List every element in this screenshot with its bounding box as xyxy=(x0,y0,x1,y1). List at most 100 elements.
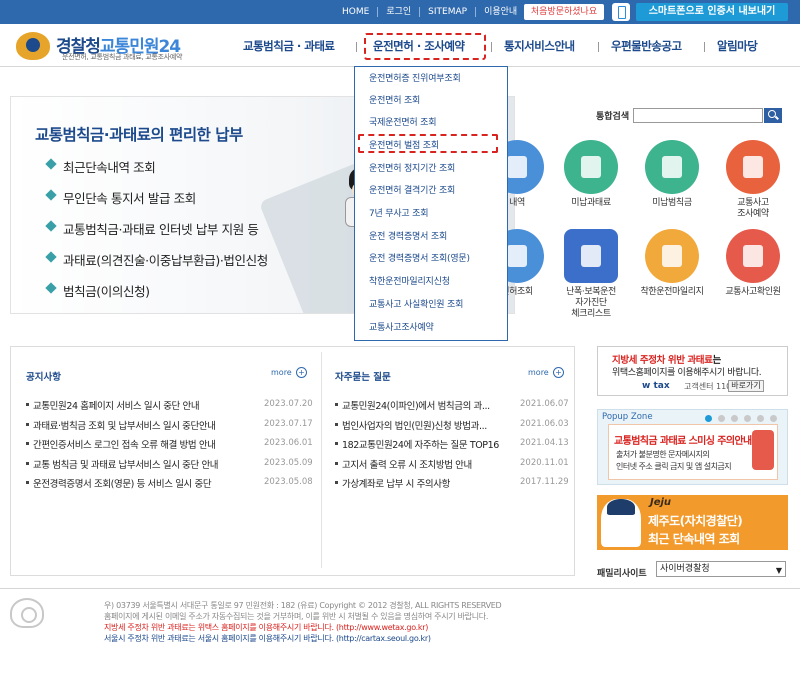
notice-row[interactable]: 운전경력증명서 조회(영문) 등 서비스 일시 중단 xyxy=(25,476,212,490)
dropdown-item-good-driving-mileage[interactable]: 착한운전마일리지신청 xyxy=(369,274,450,287)
family-site-label: 패밀리사이트 xyxy=(597,569,647,579)
reservation-icon xyxy=(726,140,780,194)
checklist-icon xyxy=(564,229,618,283)
wetax-logo: w tax xyxy=(642,381,670,391)
footer-divider xyxy=(0,588,800,589)
notice-date: 2023.05.09 xyxy=(264,458,313,468)
notice-row[interactable]: 교통민원24 홈페이지 서비스 일시 중단 안내 xyxy=(25,398,200,412)
footer-address: 우) 03739 서울특별시 서대문구 통일로 97 민원전화 : 182 (유… xyxy=(104,601,502,610)
notice-date: 2023.07.17 xyxy=(264,419,313,429)
wetax-banner[interactable]: 지방세 주정차 위반 과태료는 위택스홈페이지를 이용해주시기 바랍니다. w … xyxy=(597,346,788,396)
service-label: 미납범칙금 xyxy=(652,198,692,208)
faq-row[interactable]: 교통민원24(이파인)에서 범칙금의 과... xyxy=(335,398,490,412)
popup-dot[interactable] xyxy=(718,415,725,422)
service-label: 교통사고확인원 xyxy=(725,287,781,297)
service-unpaid-penalty[interactable]: 미납범칙금 xyxy=(635,140,709,209)
search-icon[interactable] xyxy=(764,108,782,123)
popup-dot[interactable] xyxy=(731,415,738,422)
nav-separator xyxy=(356,42,357,52)
banner-bullet: 과태료(의견진술·이중납부환급)·법인신청 xyxy=(47,250,268,281)
police-emblem-icon[interactable] xyxy=(16,32,50,60)
faq-title: 자주묻는 질문 xyxy=(335,372,391,383)
license-dropdown-menu: 운전면허증 진위여부조회 운전면허 조회 국제운전면허 조회 운전면허 벌점 조… xyxy=(354,66,508,341)
notice-date: 2023.07.20 xyxy=(264,399,313,409)
nav-separator xyxy=(704,42,705,52)
top-link-login[interactable]: 로그인 xyxy=(378,7,421,17)
popup-dot[interactable] xyxy=(770,415,777,422)
wetax-shortcut-button[interactable]: 바로가기 xyxy=(728,380,764,392)
popup-dot-active[interactable] xyxy=(705,415,712,422)
service-accident-reservation[interactable]: 교통사고 조사예약 xyxy=(716,140,790,220)
nav-highlight-annotation xyxy=(364,33,486,60)
notice-row[interactable]: 과태료·범칙금 조회 및 납부서비스 일시 중단안내 xyxy=(26,418,216,432)
dropdown-item-career-certificate-en[interactable]: 운전 경력증명서 조회(영문) xyxy=(369,251,470,264)
top-links: HOME 로그인 SITEMAP 이용안내 xyxy=(334,0,525,24)
family-site-select[interactable]: 사이버경찰청 ▼ xyxy=(656,561,786,577)
banner-bullet: 최근단속내역 조회 xyxy=(47,157,268,188)
dropdown-item-accident-confirmation[interactable]: 교통사고 사실확인원 조회 xyxy=(369,297,463,310)
top-link-guide[interactable]: 이용안내 xyxy=(476,7,525,17)
notice-row[interactable]: 간편인증서비스 로그인 접속 오류 해결 방법 안내 xyxy=(26,437,216,451)
popup-heading: 교통범칙금 과태료 스미싱 주의안내 xyxy=(614,436,752,447)
faq-date: 2021.04.13 xyxy=(520,438,569,448)
chevron-down-icon: ▼ xyxy=(775,566,782,575)
footer-police-emblem-icon xyxy=(10,598,44,628)
nav-separator xyxy=(598,42,599,52)
faq-row[interactable]: 법인사업자의 법인(민원)신청 방법과... xyxy=(335,418,487,432)
footer-wetax-link[interactable]: 지방세 주정차 위반 과태료는 위택스 홈페이지를 이용해주시기 바랍니다. (… xyxy=(104,622,428,633)
dropdown-item-license-authenticity[interactable]: 운전면허증 진위여부조회 xyxy=(369,71,461,84)
faq-row[interactable]: 182교통민원24에 자주하는 질문 TOP16 xyxy=(335,437,499,451)
banner-bullet: 교통범칙금·과태료 인터넷 납부 지원 등 xyxy=(47,219,268,250)
nav-returned-mail[interactable]: 우편물반송공고 xyxy=(611,38,682,54)
jeju-logo: Jeju xyxy=(650,497,672,508)
nav-notification[interactable]: 통지서비스안내 xyxy=(504,38,575,54)
footer-seoul-link[interactable]: 서울시 주정차 위반 과태료는 서울시 홈페이지를 이용해주시기 바랍니다. (… xyxy=(104,633,431,644)
popup-dot[interactable] xyxy=(757,415,764,422)
notice-date: 2023.06.01 xyxy=(264,438,313,448)
service-good-driving-mileage[interactable]: 착한운전마일리지 xyxy=(635,229,709,298)
nav-fines[interactable]: 교통범칙금 · 과태료 xyxy=(243,38,335,54)
first-visit-button[interactable]: 처음방문하셨나요 xyxy=(524,4,604,20)
banner-bullet: 범칙금(이의신청) xyxy=(47,281,268,312)
faq-more-link[interactable]: more xyxy=(528,368,549,377)
notice-date: 2023.05.08 xyxy=(264,477,313,487)
footer-email-notice: 홈페이지에 게시된 이메일 주소가 자동수집되는 것을 거부하며, 이를 위반 … xyxy=(104,612,489,621)
faq-date: 2021.06.03 xyxy=(520,419,569,429)
top-link-sitemap[interactable]: SITEMAP xyxy=(420,7,477,17)
car-accident-icon xyxy=(726,229,780,283)
popup-line: 인터넷 주소 클릭 금지 및 앱 설치금지 xyxy=(616,462,732,471)
plus-icon[interactable]: + xyxy=(296,367,307,378)
notice-divider xyxy=(321,352,322,568)
dropdown-item-intl-license[interactable]: 국제운전면허 조회 xyxy=(369,115,437,128)
search-input[interactable] xyxy=(633,108,763,123)
dropdown-item-license-inquiry[interactable]: 운전면허 조회 xyxy=(369,93,420,106)
jeju-line1: 제주도(자치경찰단) xyxy=(648,514,743,528)
nav-notice-board[interactable]: 알림마당 xyxy=(717,38,758,54)
dropdown-item-seven-year-safe[interactable]: 7년 무사고 조회 xyxy=(369,206,429,219)
service-accident-confirmation[interactable]: 교통사고확인원 xyxy=(716,229,790,298)
faq-date: 2020.11.01 xyxy=(520,458,569,468)
faq-row[interactable]: 고지서 출력 오류 시 조치방법 안내 xyxy=(335,457,472,471)
faq-row[interactable]: 가상계좌로 납부 시 주의사항 xyxy=(335,476,450,490)
notice-title: 공지사항 xyxy=(26,372,61,383)
mileage-icon xyxy=(645,229,699,283)
service-reckless-driving-checklist[interactable]: 난폭·보복운전 자가진단 체크리스트 xyxy=(554,229,628,320)
top-link-home[interactable]: HOME xyxy=(334,7,379,17)
family-site-selected: 사이버경찰청 xyxy=(660,564,710,574)
popup-dot[interactable] xyxy=(744,415,751,422)
plus-icon[interactable]: + xyxy=(553,367,564,378)
dropdown-item-accident-reservation[interactable]: 교통사고조사예약 xyxy=(369,320,434,333)
wetax-line1: 지방세 주정차 위반 과태료는 xyxy=(612,352,721,366)
search-label: 통합검색 xyxy=(596,112,630,122)
banner-bullet: 무인단속 통지서 발급 조회 xyxy=(47,188,268,219)
popup-line: 출처가 불분명한 문자메시지의 xyxy=(616,450,710,459)
notice-more-link[interactable]: more xyxy=(271,368,292,377)
dropdown-highlight-annotation xyxy=(358,134,498,153)
dropdown-item-career-certificate[interactable]: 운전 경력증명서 조회 xyxy=(369,229,447,242)
dropdown-item-disqualification-period[interactable]: 운전면허 결격기간 조회 xyxy=(369,183,455,196)
smartphone-cert-export-button[interactable]: 스마트폰으로 인증서 내보내기 xyxy=(636,3,788,21)
notice-row[interactable]: 교통 범칙금 및 과태료 납부서비스 일시 중단 안내 xyxy=(25,457,219,471)
jeju-police-mascot xyxy=(601,499,641,547)
dropdown-item-suspension-period[interactable]: 운전면허 정지기간 조회 xyxy=(369,161,455,174)
service-unpaid-fine[interactable]: 미납과태료 xyxy=(554,140,628,209)
